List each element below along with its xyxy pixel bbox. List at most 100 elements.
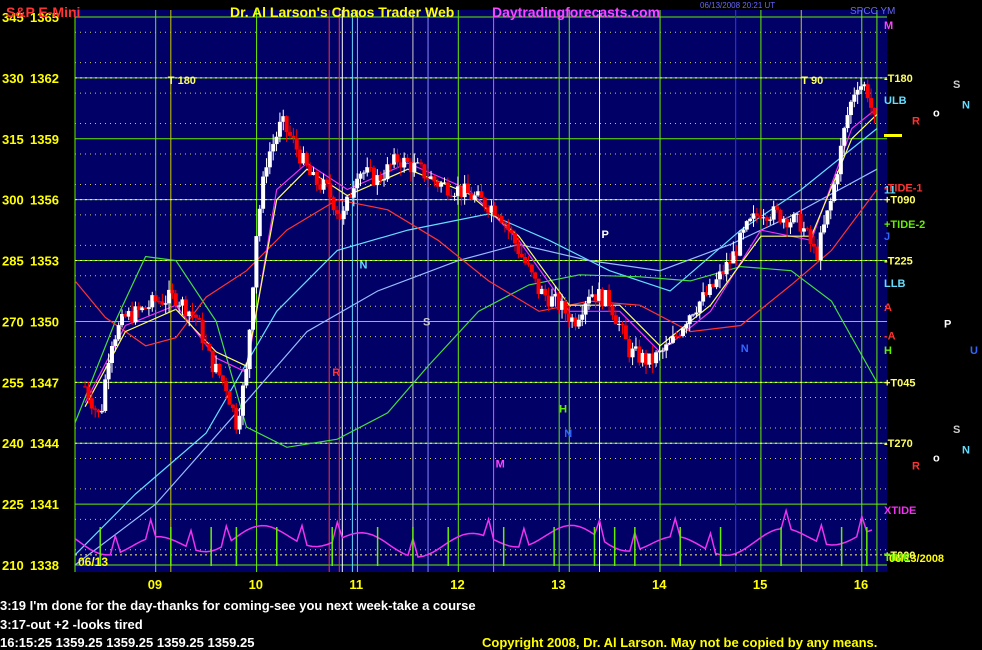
candle-body [805, 228, 810, 230]
x-tick-label: 13 [551, 577, 565, 592]
candle-body [351, 188, 356, 198]
x-tick-label: 10 [249, 577, 263, 592]
planet-label: N [962, 99, 970, 111]
last-quote: 16:15:25 1359.25 1359.25 1359.25 1359.25 [0, 635, 255, 650]
candle-body [244, 369, 249, 386]
candle-body [170, 289, 175, 294]
candle-body [227, 391, 232, 405]
current-price-marker [884, 134, 902, 137]
candle-body [845, 115, 850, 129]
chart-annotation: P [602, 229, 609, 241]
chart-annotation: H [559, 404, 567, 416]
planet-label: S [953, 424, 960, 436]
candle-body [869, 98, 874, 108]
candle-body [328, 183, 333, 198]
level-label: -T225 [884, 256, 913, 268]
x-tick-label: 14 [652, 577, 667, 592]
candle-body [825, 210, 830, 225]
right-indicator-label: -A [884, 331, 896, 343]
candle-body [261, 176, 266, 209]
candle-body [230, 404, 235, 408]
chart-annotation: N [359, 260, 367, 272]
y-label-left: 330 [2, 71, 24, 86]
candle-body [586, 296, 591, 304]
candle-body [197, 317, 202, 320]
commentary-line-1: 3:19 I'm done for the day-thanks for com… [0, 598, 476, 613]
candle-body [335, 210, 340, 214]
candle-body [684, 324, 689, 329]
candle-body [267, 151, 272, 168]
candle-body [714, 279, 719, 288]
candle-body [146, 307, 151, 309]
right-indicator-label: -TIDE-1 [884, 182, 923, 194]
candle-body [324, 179, 329, 184]
candle-body [754, 213, 759, 216]
candle-body [341, 210, 346, 220]
y-label-price: 1341 [30, 497, 59, 512]
candle-body [445, 182, 450, 196]
corner-label: SPCC YM [850, 6, 896, 17]
right-indicator-label: J [884, 231, 890, 243]
candle-body [452, 195, 457, 197]
candle-body [670, 335, 675, 343]
candle-body [610, 305, 615, 316]
x-tick-label: 11 [349, 577, 363, 592]
candle-body [247, 329, 252, 370]
candle-body [358, 173, 363, 179]
right-indicator-label: TIME [884, 552, 910, 564]
chart-annotation: M [496, 459, 505, 471]
planet-label: U [970, 345, 978, 357]
candle-body [254, 236, 259, 288]
x-tick-label: 16 [854, 577, 868, 592]
candle-body [630, 348, 635, 358]
planet-label: R [912, 116, 920, 128]
candle-body [482, 197, 487, 208]
candle-body [412, 162, 417, 173]
chart-screen: 345 1365 330 1362 315 1359 300 1356 285 1353 270 13… [0, 0, 982, 650]
planet-label: o [933, 107, 940, 119]
planet-label: S [953, 79, 960, 91]
candle-body [207, 343, 212, 351]
candle-body [543, 288, 548, 296]
candle-body [768, 219, 773, 221]
candle-body [859, 86, 864, 90]
right-indicator-label: LLB [884, 278, 905, 290]
candle-body [865, 84, 870, 99]
candle-body [382, 179, 387, 181]
candle-body [811, 243, 816, 247]
candle-body [513, 232, 518, 244]
y-label-price: 1356 [30, 193, 59, 208]
candle-body [89, 398, 94, 409]
candle-body [193, 314, 198, 318]
y-label-left: 210 [2, 558, 24, 573]
candle-body [153, 295, 158, 302]
candle-body [466, 183, 471, 194]
candle-body [533, 272, 538, 279]
candle-body [251, 287, 256, 330]
chart-annotation: T 180 [168, 75, 196, 87]
x-tick-label: 12 [450, 577, 464, 592]
y-label-left: 255 [2, 375, 24, 390]
candle-body [405, 157, 410, 162]
candle-body [509, 229, 514, 233]
planet-label: o [933, 452, 940, 464]
candle-body [523, 257, 528, 264]
y-label-price: 1338 [30, 558, 59, 573]
chart-annotation: N [564, 428, 572, 440]
candle-body [345, 196, 350, 211]
candle-body [660, 350, 665, 352]
candle-body [664, 344, 669, 351]
candle-body [832, 184, 837, 202]
candle-body [93, 408, 98, 410]
candle-body [738, 232, 743, 256]
x-tick-label: 09 [148, 577, 162, 592]
candle-body [217, 363, 222, 376]
plot-background [75, 10, 887, 572]
instrument-name: S&P E-Mini [6, 4, 81, 20]
commentary-line-2: 3:17-out +2 -looks tired [0, 617, 143, 632]
planet-label: R [912, 461, 920, 473]
candle-body [106, 362, 111, 380]
y-label-left: 315 [2, 132, 24, 147]
copyright: Copyright 2008, Dr. Al Larson. May not b… [482, 635, 878, 650]
right-indicator-label: ULB [884, 95, 907, 107]
